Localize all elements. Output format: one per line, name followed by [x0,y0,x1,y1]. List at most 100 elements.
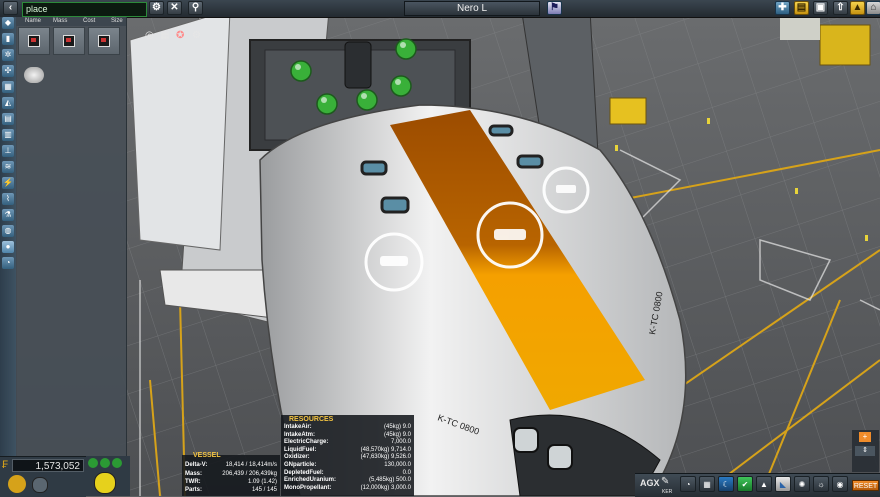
category-fuel-icon[interactable]: ▮ [2,33,14,45]
row-value: (47,630kg) 9,526.0 [360,454,411,461]
clock-icon[interactable]: ◔ [680,476,696,492]
wrench-icon[interactable]: ✎ [661,476,675,488]
category-structural-icon[interactable]: ▦ [2,81,14,93]
crew-icon[interactable]: ⚑ [547,1,562,15]
zoom-control-panel: + ⇕ [852,430,879,472]
category-science-icon[interactable]: ⚗ [2,209,14,221]
vessel-name-field[interactable]: Nero L [404,1,540,16]
decal-part-icon [28,35,40,47]
save-icon[interactable]: ▣ [813,1,828,15]
decal-part-icon [63,35,75,47]
sort-name-header[interactable]: Name [25,17,41,26]
top-toolbar: ‹ ⚙ ✕ ⚲ Nero L ⚑ ✚ ▤ ▣ ⇧ ▲ ⌂ [0,0,880,18]
sort-mass-header[interactable]: Mass [53,17,67,26]
part-tile[interactable] [88,27,120,55]
row-value: (5,485kg) 500.0 [368,477,411,484]
decal-part-icon [98,35,110,47]
check-icon[interactable]: ✔ [737,476,753,492]
lamp-part-icon [24,67,44,83]
row-value: 7,000.0 [390,439,411,446]
part-tile[interactable] [53,27,85,55]
editor-icon[interactable]: ⚙ [149,1,164,15]
row-key: Delta-V: [185,462,208,468]
zoom-in-button[interactable]: + [859,432,871,442]
back-arrow-icon[interactable]: ‹ [3,1,18,15]
tools-icon[interactable]: ✕ [167,1,182,15]
category-aero-icon[interactable]: ◭ [2,97,14,109]
ship-icon[interactable]: ▲ [756,476,772,492]
part-tile[interactable] [18,27,50,55]
sort-size-header[interactable]: Size [111,17,123,26]
parts-panel: Name Mass Cost Size [16,17,127,472]
row-value: (12,000kg) 3,000.0 [360,484,411,491]
funds-panel: ₣ 1,573,052 [0,456,86,497]
signal-icon[interactable]: ◉ [832,476,848,492]
category-control-icon[interactable]: ✣ [2,65,14,77]
build-icon[interactable]: ⚲ [188,1,203,15]
offset-mode-icon[interactable] [100,458,110,468]
category-thermal-icon[interactable]: ≋ [2,161,14,173]
category-payload-icon[interactable]: ▥ [2,129,14,141]
root-mode-icon[interactable] [94,472,116,494]
camera-icon[interactable]: ◎ [145,30,154,41]
category-pods-icon[interactable]: ◆ [2,17,14,29]
part-tile[interactable] [18,61,50,89]
row-value: 130,000.0 [384,462,411,468]
zoom-level: ⇕ [855,446,875,456]
vessel-panel-title: VESSEL [193,452,221,459]
funds-value: 1,573,052 [12,459,84,472]
ker-label: KER [662,489,673,495]
row-value: 206,439 / 206,439kg [222,471,277,477]
row-key: Parts: [185,487,203,493]
category-ground-icon[interactable]: ⊥ [2,145,14,157]
launch-icon[interactable]: ⇧ [833,1,848,15]
row-key: GNparticle: [284,462,317,468]
place-mode-icon[interactable] [88,458,98,468]
new-vessel-icon[interactable]: ✚ [775,1,790,15]
parts-sort-header: Name Mass Cost Size [16,17,126,26]
row-key: Oxidizer: [284,454,310,461]
editor-mode-panel [86,456,130,496]
category-utility-icon[interactable]: ● [2,241,14,253]
row-value: (45kg) 9.0 [383,424,411,430]
row-key: TWR: [185,479,201,485]
row-key: Mass: [185,471,203,477]
settings-icon[interactable]: ⚙ [192,30,201,41]
hangar-scene: K-TC 0800 K-TC 0800 [0,0,880,496]
engine-icon[interactable]: ✺ [794,476,810,492]
reset-button[interactable]: RESET [852,480,879,491]
com-icon[interactable]: ✪ [176,30,184,41]
agx-button[interactable]: AGX [640,478,660,488]
rotate-mode-icon[interactable] [112,458,122,468]
row-value: 18,414 / 18,414m/s [225,462,277,468]
category-engines-icon[interactable]: ✲ [2,49,14,61]
parts-search-input[interactable] [22,2,147,17]
hangar-viewport[interactable]: K-TC 0800 K-TC 0800 [0,0,880,496]
grid-icon[interactable]: ▦ [160,30,169,41]
category-electrical-icon[interactable]: ⚡ [2,177,14,189]
category-cargo-icon[interactable]: ◍ [2,225,14,237]
snap-icon[interactable] [32,477,48,493]
category-coupling-icon[interactable]: ▤ [2,113,14,125]
row-value: (48,570kg) 9,714.0 [360,446,411,453]
planet-icon[interactable]: ☾ [718,476,734,492]
load-folder-icon[interactable]: ▤ [794,1,809,15]
editor-view-icons: ◎ ▦ ✪ ⚙ [145,30,205,44]
vessel-info-panel: VESSEL Delta-V: 18,414 / 18,414m/s Mass: 2… [182,452,280,496]
exit-icon[interactable]: ⌂ [866,1,880,15]
antenna-icon[interactable]: ☼ [813,476,829,492]
symmetry-icon[interactable] [8,475,26,493]
row-value: 1.09 (1.42) [247,479,277,485]
funds-icon: ₣ [2,459,9,471]
row-key: MonoPropellant: [284,484,332,491]
wing-icon[interactable]: ◣ [775,476,791,492]
category-misc-icon[interactable]: ◔ [2,257,14,269]
resources-panel: RESOURCES IntakeAir: (45kg) 9.0 IntakeAtm… [281,415,414,496]
category-comms-icon[interactable]: ⌇ [2,193,14,205]
dashboard-icon[interactable]: ▦ [699,476,715,492]
row-key: ElectricCharge: [284,439,329,446]
launchpad-icon[interactable]: ▲ [850,1,865,15]
row-key: IntakeAir: [284,424,312,430]
sort-cost-header[interactable]: Cost [83,17,95,26]
row-key: IntakeAtm: [284,431,316,438]
